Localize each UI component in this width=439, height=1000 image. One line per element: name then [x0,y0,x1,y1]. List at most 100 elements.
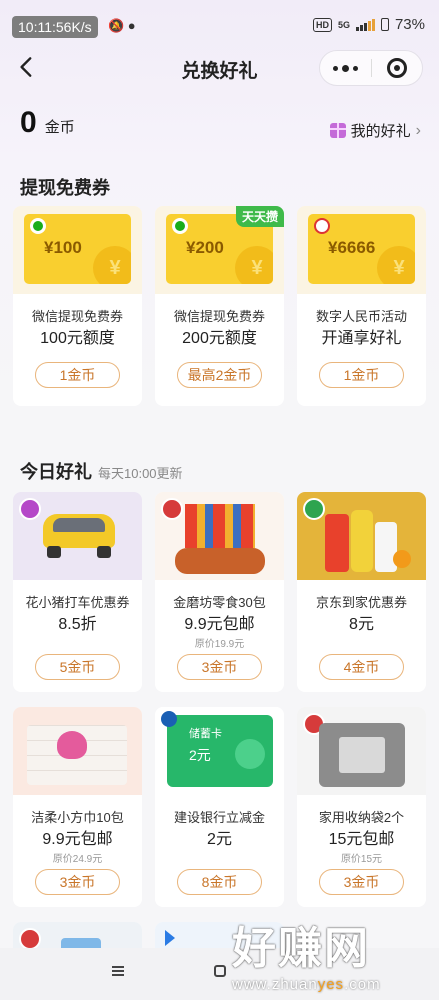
status-bar: 10:11:56K/s 🔕 ● HD 5G 73% [0,0,439,50]
tiantian-badge: 天天攒 [235,206,284,227]
card-title: 京东到家优惠券 [315,595,407,610]
miniapp-capsule [319,50,423,86]
section-title-text: 今日好礼 [20,462,92,482]
voucher-amount: ¥6666 [328,238,376,257]
voucher-amount: ¥100 [44,238,82,257]
snacks-image [155,492,284,580]
signal-icon [355,18,375,31]
menu-icon[interactable] [112,966,124,976]
brand-logo-icon [19,928,41,950]
watermark: 好赚网 www.zhuanyes.com [232,912,432,993]
section-title-withdraw: 提现免费券 [20,178,110,198]
watermark-url-c: .com [344,976,381,993]
gift-card[interactable]: 京东到家优惠券 8元 4金币 [297,492,426,692]
snack-pile [175,548,265,574]
flower-print [57,731,87,759]
notification-icons: 🔕 ● [108,18,136,33]
jd-daojia-logo-icon [303,498,325,520]
debit-card: 储蓄卡 2元 [161,711,273,787]
watermark-url-b: yes [317,976,345,993]
card-amount: 2元 [189,747,211,763]
brand-logo-icon [161,498,183,520]
status-time: 10:11:56K/s [12,16,98,38]
card-title: 花小猪打车优惠券 [25,595,130,610]
redeem-button[interactable]: 3金币 [35,869,120,895]
tissue-image [13,707,142,795]
yuan-coin-icon: ¥ [93,246,131,284]
snack-bag [325,514,349,572]
voucher-image: ¥6666 ¥ [297,206,426,294]
card-title: 微信提现免费券 [31,309,123,324]
card-title: 微信提现免费券 [173,309,265,324]
target-icon [386,58,407,78]
card-title: 数字人民币活动 [315,309,407,324]
gift-icon [329,123,346,138]
watermark-url: www.zhuanyes.com [232,976,432,993]
car-window [53,518,105,532]
card-title: 家用收纳袋2个 [318,810,405,825]
storage-bag [319,723,405,787]
card-title: 洁柔小方巾10包 [31,810,124,825]
check-icon [235,739,265,769]
battery-percent: 73% [394,16,425,33]
yuan-coin-icon: ¥ [377,246,415,284]
redeem-button[interactable]: 3金币 [319,869,404,895]
redeem-button[interactable]: 最高2金币 [177,362,262,388]
balance-amount: 0 [20,106,37,139]
coin-balance: 0 金币 [20,106,75,140]
car-wheel [47,546,61,558]
my-gifts-link[interactable]: 我的好礼 › [329,120,421,141]
card-label: 储蓄卡 [189,728,222,740]
redeem-button[interactable]: 5金币 [35,654,120,680]
milk-bottle [375,522,397,572]
home-icon[interactable] [214,965,226,977]
redeem-button[interactable]: 4金币 [319,654,404,680]
voucher-card[interactable]: ¥200 ¥ 天天攒 微信提现免费券 200元额度 最高2金币 [155,206,284,406]
section-subtitle: 每天10:00更新 [98,466,183,481]
car-image [13,492,142,580]
voucher-ticket: ¥6666 ¥ [308,214,415,284]
card-title: 建设银行立减金 [173,810,265,825]
bank-card-image: 储蓄卡 2元 [155,707,284,795]
chevron-right-icon: › [415,121,421,139]
nav-bar: 兑换好礼 [0,46,439,92]
network-label: 5G [337,19,350,30]
redeem-button[interactable]: 3金币 [177,654,262,680]
voucher-card[interactable]: ¥6666 ¥ 数字人民币活动 开通享好礼 1金币 [297,206,426,406]
original-price: 原价19.9元 [194,639,245,650]
gift-card[interactable]: 花小猪打车优惠券 8.5折 5金币 [13,492,142,692]
wechat-pay-icon [172,218,188,234]
voucher-image: ¥100 ¥ [13,206,142,294]
voucher-ticket: ¥100 ¥ [24,214,131,284]
card-value: 8元 [349,616,374,633]
digital-rmb-icon [314,218,330,234]
gift-card[interactable]: 家用收纳袋2个 15元包邮 原价15元 3金币 [297,707,426,907]
watermark-url-a: www.zhuan [232,976,318,993]
card-title: 金磨坊零食30包 [173,595,266,610]
close-miniapp-button[interactable] [371,50,422,86]
voucher-card[interactable]: ¥100 ¥ 微信提现免费券 100元额度 1金币 [13,206,142,406]
card-value: 15元包邮 [328,831,395,848]
card-value: 100元额度 [40,330,115,347]
oil-bottle [351,510,373,572]
redeem-button[interactable]: 8金币 [177,869,262,895]
gift-card[interactable]: 储蓄卡 2元 建设银行立减金 2元 8金币 [155,707,284,907]
card-value: 200元额度 [182,330,257,347]
gift-card[interactable]: 洁柔小方巾10包 9.9元包邮 原价24.9元 3金币 [13,707,142,907]
redeem-button[interactable]: 1金币 [35,362,120,388]
battery-icon [380,18,389,31]
card-value: 9.9元包邮 [42,831,113,848]
car-wheel [97,546,111,558]
balance-unit: 金币 [44,119,75,136]
snack-packs [185,504,255,548]
card-value: 2元 [207,831,232,848]
gift-card[interactable]: 金磨坊零食30包 9.9元包邮 原价19.9元 3金币 [155,492,284,692]
wechat-pay-icon [30,218,46,234]
section-title-today: 今日好礼 每天10:00更新 [20,458,183,484]
more-button[interactable] [320,50,371,86]
redeem-button[interactable]: 1金币 [319,362,404,388]
card-value: 8.5折 [58,616,97,633]
send-icon [165,930,175,946]
groceries-image [297,492,426,580]
hd-icon: HD [312,17,332,32]
